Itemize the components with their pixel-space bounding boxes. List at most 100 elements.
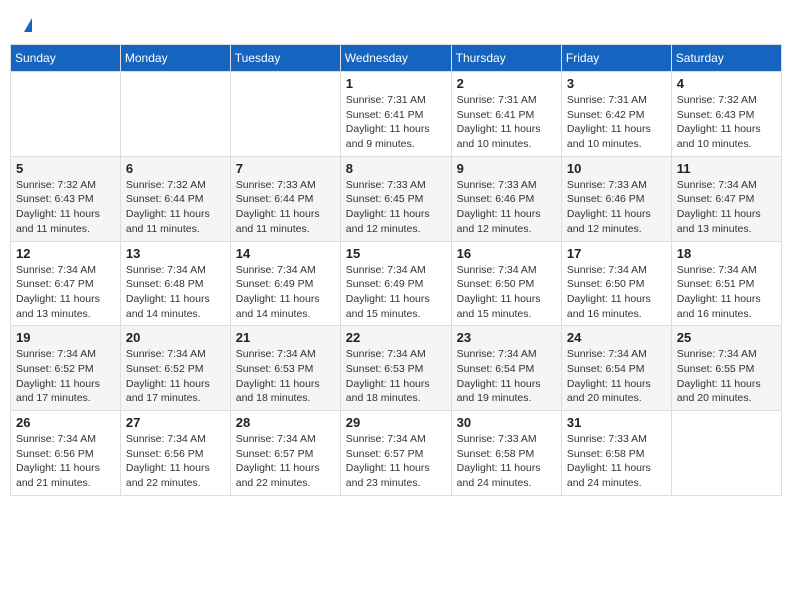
day-info: Sunrise: 7:34 AM Sunset: 6:48 PM Dayligh…	[126, 263, 225, 322]
day-number: 3	[567, 76, 666, 91]
day-of-week-header: Monday	[120, 45, 230, 72]
calendar-day-cell: 8 Sunrise: 7:33 AM Sunset: 6:45 PM Daylig…	[340, 156, 451, 241]
day-info: Sunrise: 7:34 AM Sunset: 6:49 PM Dayligh…	[346, 263, 446, 322]
day-info: Sunrise: 7:33 AM Sunset: 6:58 PM Dayligh…	[457, 432, 556, 491]
calendar-day-cell: 30 Sunrise: 7:33 AM Sunset: 6:58 PM Dayli…	[451, 411, 561, 496]
calendar-day-cell: 11Sunrise: 7:34 AM Sunset: 6:47 PM Dayli…	[671, 156, 781, 241]
day-number: 10	[567, 161, 666, 176]
day-number: 27	[126, 415, 225, 430]
logo	[20, 18, 32, 34]
day-info: Sunrise: 7:34 AM Sunset: 6:55 PM Dayligh…	[677, 347, 776, 406]
calendar-week-row: 12 Sunrise: 7:34 AM Sunset: 6:47 PM Dayli…	[11, 241, 782, 326]
calendar-day-cell	[11, 72, 121, 157]
day-info: Sunrise: 7:34 AM Sunset: 6:50 PM Dayligh…	[457, 263, 556, 322]
day-number: 17	[567, 246, 666, 261]
days-of-week-row: SundayMondayTuesdayWednesdayThursdayFrid…	[11, 45, 782, 72]
day-number: 1	[346, 76, 446, 91]
calendar-day-cell: 21 Sunrise: 7:34 AM Sunset: 6:53 PM Dayli…	[230, 326, 340, 411]
day-number: 24	[567, 330, 666, 345]
day-info: Sunrise: 7:31 AM Sunset: 6:42 PM Dayligh…	[567, 93, 666, 152]
day-number: 18	[677, 246, 776, 261]
day-info: Sunrise: 7:34 AM Sunset: 6:52 PM Dayligh…	[16, 347, 115, 406]
calendar-header: SundayMondayTuesdayWednesdayThursdayFrid…	[11, 45, 782, 72]
day-number: 12	[16, 246, 115, 261]
day-info: Sunrise: 7:34 AM Sunset: 6:47 PM Dayligh…	[16, 263, 115, 322]
calendar-day-cell: 18 Sunrise: 7:34 AM Sunset: 6:51 PM Dayli…	[671, 241, 781, 326]
day-info: Sunrise: 7:33 AM Sunset: 6:44 PM Dayligh…	[236, 178, 335, 237]
day-number: 23	[457, 330, 556, 345]
day-number: 26	[16, 415, 115, 430]
day-info: Sunrise: 7:33 AM Sunset: 6:46 PM Dayligh…	[457, 178, 556, 237]
day-info: Sunrise: 7:32 AM Sunset: 6:43 PM Dayligh…	[677, 93, 776, 152]
page-header	[10, 10, 782, 38]
calendar-day-cell: 10 Sunrise: 7:33 AM Sunset: 6:46 PM Dayli…	[561, 156, 671, 241]
day-info: Sunrise: 7:34 AM Sunset: 6:49 PM Dayligh…	[236, 263, 335, 322]
calendar-day-cell: 9 Sunrise: 7:33 AM Sunset: 6:46 PM Daylig…	[451, 156, 561, 241]
day-number: 7	[236, 161, 335, 176]
calendar-day-cell: 4 Sunrise: 7:32 AM Sunset: 6:43 PM Daylig…	[671, 72, 781, 157]
day-number: 8	[346, 161, 446, 176]
day-info: Sunrise: 7:33 AM Sunset: 6:46 PM Dayligh…	[567, 178, 666, 237]
day-number: 11	[677, 161, 776, 176]
calendar-week-row: 1 Sunrise: 7:31 AM Sunset: 6:41 PM Daylig…	[11, 72, 782, 157]
calendar-day-cell: 16 Sunrise: 7:34 AM Sunset: 6:50 PM Dayli…	[451, 241, 561, 326]
calendar-week-row: 5Sunrise: 7:32 AM Sunset: 6:43 PM Daylig…	[11, 156, 782, 241]
calendar-day-cell: 15Sunrise: 7:34 AM Sunset: 6:49 PM Dayli…	[340, 241, 451, 326]
day-info: Sunrise: 7:34 AM Sunset: 6:54 PM Dayligh…	[567, 347, 666, 406]
day-of-week-header: Saturday	[671, 45, 781, 72]
calendar-day-cell: 1Sunrise: 7:31 AM Sunset: 6:41 PM Daylig…	[340, 72, 451, 157]
calendar-day-cell: 26 Sunrise: 7:34 AM Sunset: 6:56 PM Dayli…	[11, 411, 121, 496]
day-info: Sunrise: 7:34 AM Sunset: 6:53 PM Dayligh…	[346, 347, 446, 406]
day-info: Sunrise: 7:34 AM Sunset: 6:52 PM Dayligh…	[126, 347, 225, 406]
day-of-week-header: Wednesday	[340, 45, 451, 72]
calendar-day-cell: 27 Sunrise: 7:34 AM Sunset: 6:56 PM Dayli…	[120, 411, 230, 496]
calendar-day-cell: 23 Sunrise: 7:34 AM Sunset: 6:54 PM Dayli…	[451, 326, 561, 411]
calendar-week-row: 26 Sunrise: 7:34 AM Sunset: 6:56 PM Dayli…	[11, 411, 782, 496]
calendar-day-cell: 28 Sunrise: 7:34 AM Sunset: 6:57 PM Dayli…	[230, 411, 340, 496]
day-number: 30	[457, 415, 556, 430]
day-info: Sunrise: 7:34 AM Sunset: 6:57 PM Dayligh…	[346, 432, 446, 491]
day-number: 13	[126, 246, 225, 261]
calendar-day-cell	[230, 72, 340, 157]
calendar-day-cell: 6Sunrise: 7:32 AM Sunset: 6:44 PM Daylig…	[120, 156, 230, 241]
day-number: 25	[677, 330, 776, 345]
day-of-week-header: Friday	[561, 45, 671, 72]
day-info: Sunrise: 7:34 AM Sunset: 6:54 PM Dayligh…	[457, 347, 556, 406]
day-info: Sunrise: 7:34 AM Sunset: 6:51 PM Dayligh…	[677, 263, 776, 322]
day-number: 31	[567, 415, 666, 430]
day-info: Sunrise: 7:34 AM Sunset: 6:56 PM Dayligh…	[16, 432, 115, 491]
day-number: 16	[457, 246, 556, 261]
day-number: 4	[677, 76, 776, 91]
day-of-week-header: Thursday	[451, 45, 561, 72]
day-info: Sunrise: 7:34 AM Sunset: 6:57 PM Dayligh…	[236, 432, 335, 491]
day-info: Sunrise: 7:34 AM Sunset: 6:50 PM Dayligh…	[567, 263, 666, 322]
day-number: 14	[236, 246, 335, 261]
calendar-day-cell: 29Sunrise: 7:34 AM Sunset: 6:57 PM Dayli…	[340, 411, 451, 496]
day-number: 6	[126, 161, 225, 176]
calendar-day-cell	[120, 72, 230, 157]
day-number: 28	[236, 415, 335, 430]
calendar-day-cell: 20 Sunrise: 7:34 AM Sunset: 6:52 PM Dayli…	[120, 326, 230, 411]
day-info: Sunrise: 7:31 AM Sunset: 6:41 PM Dayligh…	[457, 93, 556, 152]
day-number: 9	[457, 161, 556, 176]
day-number: 21	[236, 330, 335, 345]
day-info: Sunrise: 7:34 AM Sunset: 6:56 PM Dayligh…	[126, 432, 225, 491]
day-of-week-header: Sunday	[11, 45, 121, 72]
day-info: Sunrise: 7:33 AM Sunset: 6:45 PM Dayligh…	[346, 178, 446, 237]
day-number: 20	[126, 330, 225, 345]
calendar-day-cell: 7 Sunrise: 7:33 AM Sunset: 6:44 PM Daylig…	[230, 156, 340, 241]
calendar-day-cell: 17 Sunrise: 7:34 AM Sunset: 6:50 PM Dayli…	[561, 241, 671, 326]
calendar-day-cell: 12 Sunrise: 7:34 AM Sunset: 6:47 PM Dayli…	[11, 241, 121, 326]
calendar-table: SundayMondayTuesdayWednesdayThursdayFrid…	[10, 44, 782, 496]
calendar-body: 1 Sunrise: 7:31 AM Sunset: 6:41 PM Daylig…	[11, 72, 782, 496]
calendar-day-cell: 25 Sunrise: 7:34 AM Sunset: 6:55 PM Dayli…	[671, 326, 781, 411]
calendar-week-row: 19 Sunrise: 7:34 AM Sunset: 6:52 PM Dayli…	[11, 326, 782, 411]
calendar-day-cell: 31Sunrise: 7:33 AM Sunset: 6:58 PM Dayli…	[561, 411, 671, 496]
calendar-day-cell: 3 Sunrise: 7:31 AM Sunset: 6:42 PM Daylig…	[561, 72, 671, 157]
calendar-day-cell: 24 Sunrise: 7:34 AM Sunset: 6:54 PM Dayli…	[561, 326, 671, 411]
day-number: 19	[16, 330, 115, 345]
calendar-day-cell: 5Sunrise: 7:32 AM Sunset: 6:43 PM Daylig…	[11, 156, 121, 241]
day-number: 22	[346, 330, 446, 345]
day-info: Sunrise: 7:34 AM Sunset: 6:53 PM Dayligh…	[236, 347, 335, 406]
day-number: 5	[16, 161, 115, 176]
